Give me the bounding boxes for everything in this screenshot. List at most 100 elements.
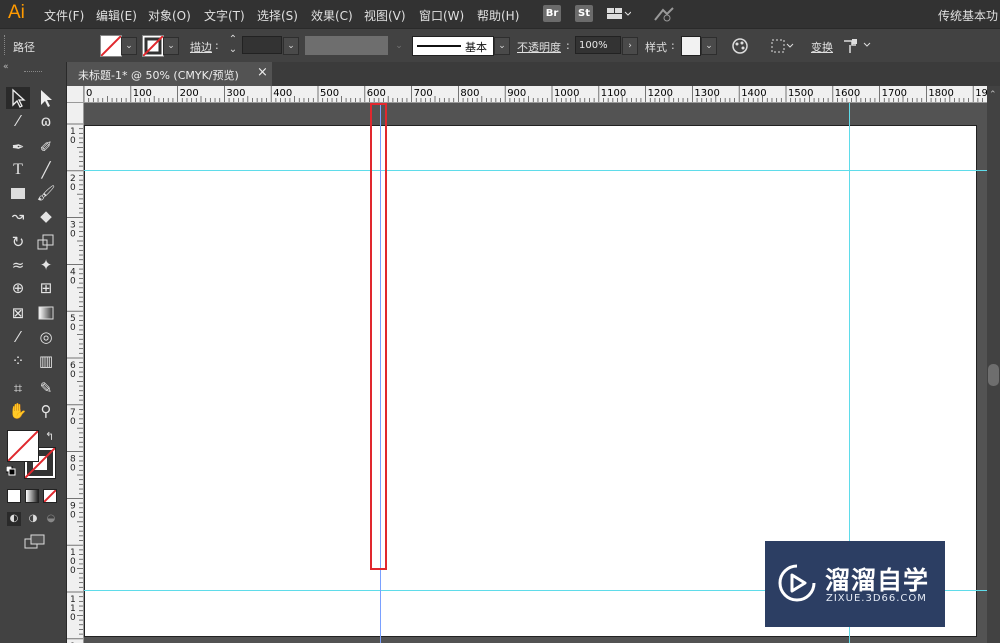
pen-tool-icon[interactable]: ✒ <box>8 137 28 157</box>
menu-select[interactable]: 选择(S) <box>257 7 298 24</box>
draw-behind-icon[interactable]: ◑ <box>26 512 40 526</box>
draw-normal-icon[interactable]: ◐ <box>7 512 21 526</box>
ruler-tick-label: 1000 <box>554 88 579 99</box>
brush-definition[interactable]: 基本 <box>412 36 494 56</box>
symbol-sprayer-tool-icon[interactable]: ⁘ <box>8 351 28 371</box>
eyedropper-tool-icon[interactable]: ⁄ <box>8 327 28 347</box>
scroll-up-icon[interactable]: ⌃ <box>989 90 997 100</box>
stroke-weight-stepper[interactable]: ⌃ ⌄ <box>226 35 240 55</box>
align-to-selection-icon[interactable] <box>771 38 795 54</box>
ruler-tick-label: 500 <box>320 88 339 99</box>
menu-edit[interactable]: 编辑(E) <box>96 7 137 24</box>
control-bar: 路径 ⌄ ⌄ 描边 : ⌃ ⌄ ⌄ ⌄ 基本 ⌄ 不透明度 : 100% › 样式… <box>0 28 1000 64</box>
none-mode-icon[interactable] <box>43 489 57 503</box>
transform-label[interactable]: 变换 <box>811 39 833 55</box>
stroke-weight-input[interactable] <box>242 36 282 54</box>
menu-window[interactable]: 窗口(W) <box>419 7 464 24</box>
stroke-weight-dropdown[interactable]: ⌄ <box>283 37 299 55</box>
ruler-tick-label: 0 <box>86 88 92 99</box>
puppet-warp-tool-icon[interactable]: ✦ <box>36 255 56 275</box>
brush-definition-label: 基本 <box>465 41 487 54</box>
stroke-dropdown[interactable]: ⌄ <box>163 37 179 55</box>
panel-grip[interactable] <box>24 71 42 74</box>
selection-tool-icon[interactable] <box>8 88 28 108</box>
ruler-tick-label: 1200 <box>648 88 673 99</box>
scale-tool-icon[interactable] <box>36 232 56 252</box>
graphic-style-dropdown[interactable]: ⌄ <box>701 37 717 55</box>
fill-color-swatch[interactable] <box>7 430 39 462</box>
stroke-swatch[interactable] <box>142 35 164 57</box>
mesh-tool-icon[interactable]: ⊠ <box>8 303 28 323</box>
ruler-tick-label: 100 <box>133 88 152 99</box>
opacity-label[interactable]: 不透明度 <box>517 39 561 55</box>
close-tab-icon[interactable]: × <box>257 65 268 80</box>
ruler-tick-label: 190 <box>975 88 987 99</box>
menu-file[interactable]: 文件(F) <box>44 7 84 24</box>
perspective-grid-tool-icon[interactable]: ⊞ <box>36 278 56 298</box>
curvature-tool-icon[interactable]: ✐ <box>36 137 56 157</box>
horizontal-ruler[interactable]: 0 100 200 300 400 500 600 700 800 900 1000 1100 1200… <box>67 86 987 103</box>
default-fill-stroke-icon[interactable] <box>5 465 16 476</box>
paintbrush-tool-icon[interactable]: 🖌 <box>36 183 56 203</box>
rectangle-tool-icon[interactable] <box>8 183 28 203</box>
collapse-panel-icon[interactable]: « <box>3 62 9 72</box>
menu-help[interactable]: 帮助(H) <box>477 7 519 24</box>
horizontal-guide[interactable] <box>84 170 987 171</box>
rotate-tool-icon[interactable]: ↻ <box>8 232 28 252</box>
ruler-tick-label: 900 <box>507 88 526 99</box>
shape-builder-tool-icon[interactable]: ⊕ <box>8 278 28 298</box>
menu-bar: Ai 文件(F) 编辑(E) 对象(O) 文字(T) 选择(S) 效果(C) 视… <box>0 0 1000 28</box>
magic-wand-tool-icon[interactable]: ⁄ <box>8 111 28 131</box>
bridge-button[interactable]: Br <box>543 5 561 22</box>
menu-effect[interactable]: 效果(C) <box>311 7 353 24</box>
eraser-tool-icon[interactable]: ◆ <box>36 206 56 226</box>
panel-grip[interactable] <box>4 35 7 55</box>
swap-fill-stroke-icon[interactable]: ↰ <box>45 430 54 443</box>
zoom-tool-icon[interactable]: ⚲ <box>36 401 56 421</box>
hand-tool-icon[interactable]: ✋ <box>8 401 28 421</box>
draw-inside-icon[interactable]: ◒ <box>44 512 58 526</box>
width-tool-icon[interactable]: ≈ <box>8 255 28 275</box>
menu-type[interactable]: 文字(T) <box>204 7 245 24</box>
slice-tool-icon[interactable]: ✎ <box>36 378 56 398</box>
ruler-tick-label: 0 <box>70 323 76 333</box>
vertical-scrollbar[interactable]: ⌃ <box>987 86 1000 643</box>
gradient-mode-icon[interactable] <box>25 489 39 503</box>
workspace-switcher[interactable]: 传统基本功 <box>938 7 998 24</box>
isolate-object-icon[interactable] <box>842 37 874 55</box>
type-tool-icon[interactable]: T <box>8 160 28 180</box>
fill-dropdown[interactable]: ⌄ <box>121 37 137 55</box>
stock-button[interactable]: St <box>575 5 593 22</box>
watermark-url: ZIXUE.3D66.COM <box>826 593 927 604</box>
direct-selection-tool-icon[interactable] <box>36 88 56 108</box>
brush-dropdown[interactable]: ⌄ <box>494 37 510 55</box>
blend-tool-icon[interactable]: ◎ <box>36 327 56 347</box>
menu-view[interactable]: 视图(V) <box>364 7 406 24</box>
column-graph-tool-icon[interactable]: ▥ <box>36 351 56 371</box>
play-logo-icon <box>777 563 817 603</box>
vertical-ruler[interactable]: 102030405060708090100110120 <box>67 102 84 643</box>
shaper-tool-icon[interactable]: ↝ <box>8 206 28 226</box>
stroke-label[interactable]: 描边 <box>190 39 212 55</box>
graphic-style-swatch[interactable] <box>681 36 701 56</box>
scrollbar-thumb[interactable] <box>988 364 999 386</box>
gpu-performance-icon[interactable] <box>653 6 675 22</box>
screen-mode-icon[interactable] <box>24 534 46 550</box>
ruler-tick-label: 0 <box>70 136 76 146</box>
opacity-input[interactable]: 100% <box>575 36 621 54</box>
variable-width-dropdown[interactable]: ⌄ <box>391 37 407 55</box>
ruler-origin-corner[interactable] <box>67 86 84 103</box>
artboard-tool-icon[interactable]: ⌗ <box>8 378 28 398</box>
line-segment-tool-icon[interactable]: ╱ <box>36 160 56 180</box>
gradient-tool-icon[interactable] <box>36 303 56 323</box>
menu-object[interactable]: 对象(O) <box>148 7 191 24</box>
lasso-tool-icon[interactable]: ɷ <box>36 111 56 131</box>
recolor-artwork-icon[interactable] <box>731 37 749 55</box>
document-tab[interactable]: 未标题-1* @ 50% (CMYK/预览) × <box>67 62 272 86</box>
app-logo: Ai <box>8 2 25 23</box>
color-mode-icon[interactable] <box>7 489 21 503</box>
fill-swatch[interactable] <box>100 35 122 57</box>
variable-width-profile[interactable] <box>305 36 388 55</box>
arrange-documents-icon[interactable] <box>607 8 632 20</box>
opacity-arrow[interactable]: › <box>622 37 638 55</box>
